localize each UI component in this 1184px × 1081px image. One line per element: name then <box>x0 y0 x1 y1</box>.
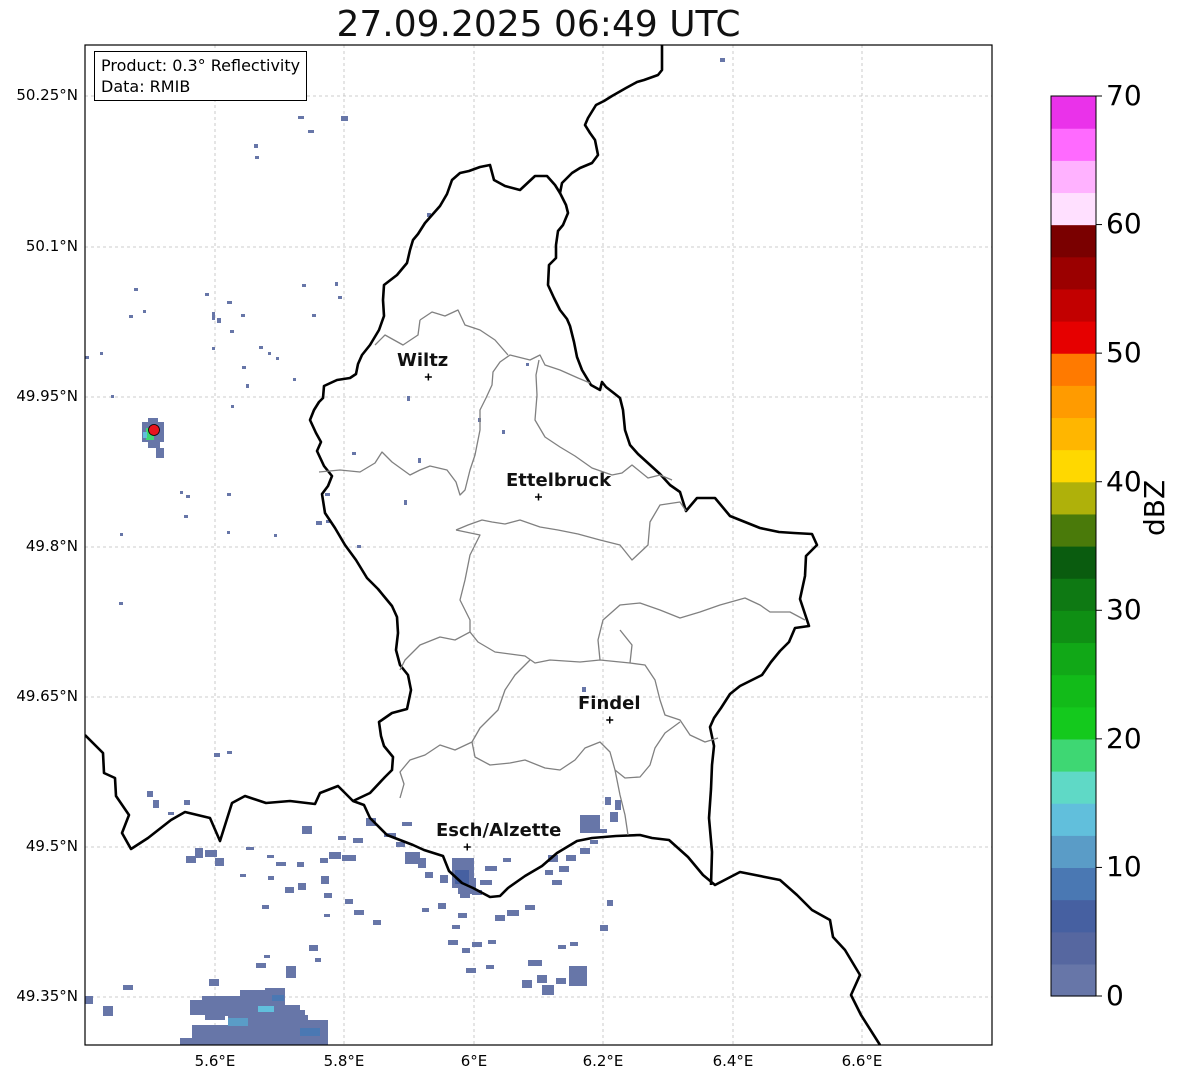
lon-label: 5.6°E <box>194 1052 236 1070</box>
colorbar-segment <box>1051 899 1096 933</box>
colorbar-segment <box>1051 385 1096 419</box>
radar-map[interactable] <box>0 0 1184 1081</box>
colorbar-tick-label: 70 <box>1106 79 1142 112</box>
colorbar-segment <box>1051 610 1096 644</box>
colorbar-segment <box>1051 417 1096 451</box>
colorbar-tick-label: 0 <box>1106 979 1124 1012</box>
colorbar-segment <box>1051 224 1096 258</box>
colorbar-segment <box>1051 256 1096 290</box>
city-label-wiltz: Wiltz <box>397 350 449 371</box>
radar-site-marker[interactable] <box>148 424 160 436</box>
colorbar-segment <box>1051 803 1096 836</box>
info-data-source: Data: RMIB <box>101 77 191 96</box>
colorbar-segment <box>1051 674 1096 708</box>
colorbar-segment <box>1051 128 1096 161</box>
colorbar-tick-label: 10 <box>1106 850 1142 883</box>
colorbar <box>1051 96 1096 997</box>
map-background <box>85 45 992 1045</box>
lat-label: 49.5°N <box>25 837 78 855</box>
colorbar-segment <box>1051 192 1096 226</box>
colorbar-segment <box>1051 96 1096 129</box>
colorbar-tick-label: 50 <box>1106 336 1142 369</box>
colorbar-segment <box>1051 321 1096 354</box>
colorbar-segment <box>1051 449 1096 483</box>
colorbar-segment <box>1051 288 1096 322</box>
lon-label: 6.6°E <box>841 1052 883 1070</box>
colorbar-tick-label: 60 <box>1106 207 1142 240</box>
city-label-ettelbruck: Ettelbruck <box>506 470 612 491</box>
colorbar-segment <box>1051 160 1096 194</box>
info-product: Product: 0.3° Reflectivity <box>101 56 301 75</box>
colorbar-segment <box>1051 578 1096 611</box>
lat-label: 49.95°N <box>16 387 78 405</box>
colorbar-segment <box>1051 513 1096 547</box>
info-box: Product: 0.3° Reflectivity Data: RMIB <box>94 51 308 101</box>
lat-label: 49.8°N <box>25 537 78 555</box>
colorbar-segment <box>1051 481 1096 515</box>
colorbar-segment <box>1051 771 1096 804</box>
colorbar-segment <box>1051 353 1096 386</box>
lat-label: 50.25°N <box>16 86 78 104</box>
lat-label: 49.65°N <box>16 687 78 705</box>
lon-label: 6.4°E <box>712 1052 754 1070</box>
colorbar-tick-label: 20 <box>1106 722 1142 755</box>
lon-label: 5.8°E <box>323 1052 365 1070</box>
colorbar-segment <box>1051 931 1096 965</box>
colorbar-tick-label: 30 <box>1106 593 1142 626</box>
colorbar-label: dBZ <box>1138 479 1171 536</box>
lon-label: 6°E <box>460 1052 488 1070</box>
colorbar-segment <box>1051 963 1096 997</box>
colorbar-segment <box>1051 835 1096 869</box>
colorbar-segment <box>1051 642 1096 676</box>
colorbar-segment <box>1051 738 1096 772</box>
lat-label: 49.35°N <box>16 987 78 1005</box>
colorbar-segment <box>1051 867 1096 901</box>
city-label-findel: Findel <box>578 693 641 714</box>
colorbar-segment <box>1051 546 1096 579</box>
city-label-esch-alzette: Esch/Alzette <box>436 820 562 841</box>
lat-label: 50.1°N <box>25 237 78 255</box>
colorbar-tick-marks <box>1096 95 1102 997</box>
colorbar-segment <box>1051 706 1096 740</box>
lon-label: 6.2°E <box>582 1052 624 1070</box>
colorbar-tick-label: 40 <box>1106 465 1142 498</box>
